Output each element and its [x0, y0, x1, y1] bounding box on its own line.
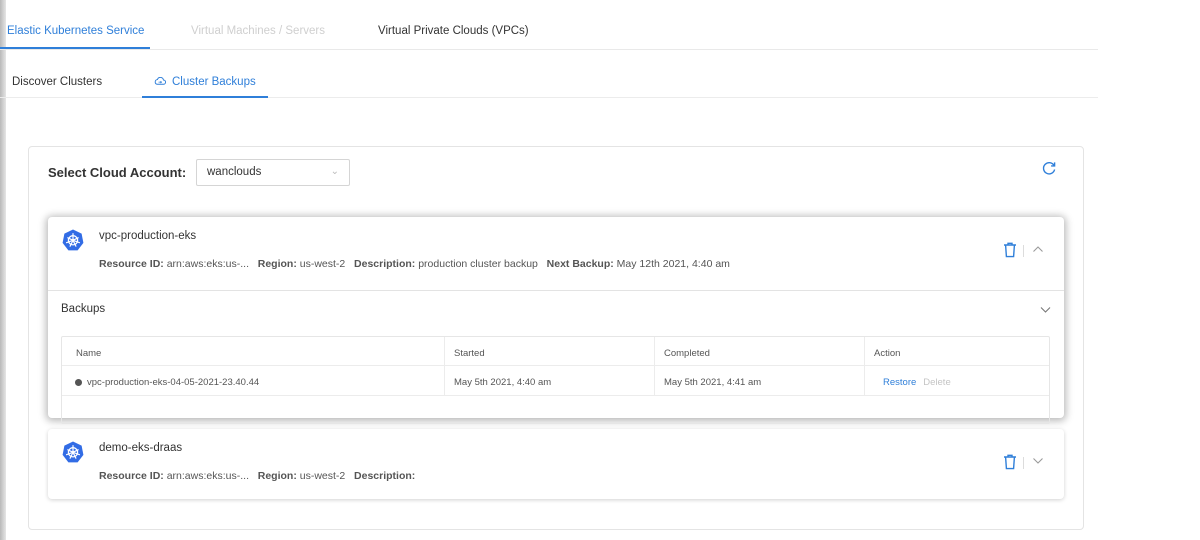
cluster-meta: Resource ID: arn:aws:eks:us-... Region: … [99, 470, 415, 482]
tab-discover-clusters[interactable]: Discover Clusters [12, 76, 102, 88]
column-header-completed: Completed [664, 348, 710, 359]
cluster-meta: Resource ID: arn:aws:eks:us-... Region: … [99, 258, 730, 270]
cloud-sync-icon [154, 77, 166, 86]
selected-account: wanclouds [207, 166, 262, 178]
resource-id-label: Resource ID: [99, 258, 164, 270]
resource-id-value: arn:aws:eks:us-... [166, 258, 249, 270]
tab-vpcs[interactable]: Virtual Private Clouds (VPCs) [378, 25, 529, 37]
resource-id-value: arn:aws:eks:us-... [166, 470, 249, 482]
chevron-down-icon: ⌄ [330, 166, 339, 177]
service-tabs: Elastic Kubernetes Service Virtual Machi… [0, 0, 1098, 50]
kubernetes-icon [62, 229, 84, 251]
account-label: Select Cloud Account: [48, 165, 187, 180]
status-dot-icon [75, 379, 82, 386]
refresh-icon[interactable] [1041, 160, 1057, 176]
chevron-up-icon[interactable] [1032, 244, 1044, 254]
trash-icon[interactable] [1003, 454, 1017, 470]
column-header-name: Name [76, 348, 102, 359]
next-backup-value: May 12th 2021, 4:40 am [616, 258, 730, 270]
kubernetes-icon [62, 441, 84, 463]
next-backup-label: Next Backup: [546, 258, 614, 270]
delete-link[interactable]: Delete [923, 377, 950, 388]
description-value: production cluster backup [418, 258, 538, 270]
cluster-name[interactable]: vpc-production-eks [99, 230, 196, 242]
table-row: vpc-production-eks-04-05-2021-23.40.44 [75, 377, 259, 388]
divider [654, 337, 655, 395]
cluster-card: demo-eks-draas Resource ID: arn:aws:eks:… [48, 429, 1064, 499]
column-header-started: Started [454, 348, 485, 359]
backup-name: vpc-production-eks-04-05-2021-23.40.44 [87, 377, 260, 388]
backups-table: Name Started Completed Action vpc-produc… [61, 336, 1050, 424]
divider [1023, 245, 1024, 257]
region-label: Region: [257, 258, 297, 270]
sub-tabs: Discover Clusters Cluster Backups [0, 50, 1098, 98]
column-header-action: Action [874, 348, 901, 359]
divider [48, 290, 1064, 291]
backups-title: Backups [61, 303, 106, 315]
tab-virtual-machines[interactable]: Virtual Machines / Servers [191, 25, 325, 37]
divider [1023, 457, 1024, 469]
tab-cluster-backups-label: Cluster Backups [172, 76, 256, 88]
region-value: us-west-2 [299, 470, 346, 482]
description-label: Description: [354, 258, 416, 270]
divider [864, 337, 865, 395]
active-tab-indicator [0, 47, 150, 49]
divider [444, 337, 445, 395]
backup-completed: May 5th 2021, 4:41 am [664, 377, 762, 388]
cluster-name[interactable]: demo-eks-draas [99, 442, 182, 454]
active-subtab-indicator [142, 96, 268, 98]
cluster-card: vpc-production-eks Resource ID: arn:aws:… [48, 217, 1064, 424]
chevron-down-icon[interactable] [1032, 456, 1044, 466]
trash-icon[interactable] [1003, 242, 1017, 258]
restore-link[interactable]: Restore [883, 377, 916, 388]
divider [62, 365, 1049, 366]
chevron-down-icon[interactable] [1040, 305, 1051, 314]
backup-started: May 5th 2021, 4:40 am [454, 377, 552, 388]
cloud-account-select[interactable]: wanclouds ⌄ [196, 159, 350, 186]
tab-cluster-backups[interactable]: Cluster Backups [154, 76, 256, 88]
region-label: Region: [257, 470, 297, 482]
resource-id-label: Resource ID: [99, 470, 164, 482]
region-value: us-west-2 [299, 258, 346, 270]
backup-actions: Restore Delete [883, 377, 951, 388]
divider [62, 395, 1049, 396]
tab-elastic-kubernetes-service[interactable]: Elastic Kubernetes Service [7, 25, 144, 37]
description-label: Description: [354, 470, 416, 482]
